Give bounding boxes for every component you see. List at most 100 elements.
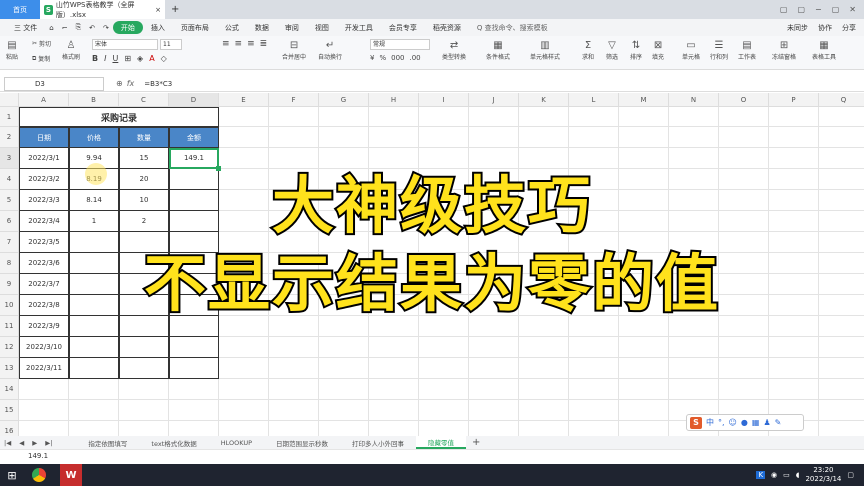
wps-taskbar-icon[interactable]: W — [60, 464, 82, 486]
cell[interactable] — [819, 107, 864, 127]
cell[interactable] — [669, 379, 719, 400]
menu-icon-save[interactable]: ⌐ — [58, 21, 72, 34]
cell[interactable] — [819, 337, 864, 358]
cell[interactable] — [569, 148, 619, 169]
cell[interactable] — [169, 400, 219, 421]
cell[interactable] — [419, 107, 469, 127]
italic-button[interactable]: I — [104, 54, 106, 63]
cell[interactable] — [669, 148, 719, 169]
column-header-d[interactable]: D — [169, 93, 219, 107]
cell[interactable] — [369, 127, 419, 148]
window-tile-icon[interactable]: ▢ — [797, 5, 805, 14]
menu-icon-home[interactable]: ⌂ — [45, 21, 57, 34]
notification-icon[interactable]: ▢ — [847, 471, 854, 479]
menu-review[interactable]: 审阅 — [277, 21, 307, 34]
cell[interactable] — [469, 107, 519, 127]
cell[interactable] — [569, 379, 619, 400]
column-header-h[interactable]: H — [369, 93, 419, 107]
cell[interactable] — [569, 127, 619, 148]
table-data-cell[interactable]: 2022/3/10 — [19, 337, 69, 358]
ime-skin-icon[interactable]: ♟ — [763, 418, 770, 427]
cell[interactable] — [219, 148, 269, 169]
table-title[interactable]: 采购记录 — [19, 107, 219, 127]
menu-insert[interactable]: 插入 — [143, 21, 173, 34]
table-data-cell[interactable] — [119, 358, 169, 379]
cell[interactable] — [419, 337, 469, 358]
table-header-cell[interactable]: 数量 — [119, 127, 169, 148]
cell[interactable] — [319, 148, 369, 169]
cell[interactable] — [719, 127, 769, 148]
row-header-13[interactable]: 13 — [0, 358, 19, 379]
clock[interactable]: 23:20 2022/3/14 — [805, 466, 841, 484]
cell[interactable] — [769, 107, 819, 127]
cell[interactable] — [219, 107, 269, 127]
column-header-k[interactable]: K — [519, 93, 569, 107]
align-left-icon[interactable]: ≣ — [260, 39, 268, 49]
menu-start[interactable]: 开始 — [112, 21, 143, 34]
cell[interactable] — [319, 400, 369, 421]
ime-emoji-icon[interactable]: ☺ — [729, 418, 737, 427]
cell[interactable] — [319, 337, 369, 358]
cell[interactable] — [469, 358, 519, 379]
name-box[interactable]: D3 — [4, 76, 104, 91]
column-header-a[interactable]: A — [19, 93, 69, 107]
cell[interactable] — [819, 358, 864, 379]
cell[interactable] — [219, 400, 269, 421]
filter-button[interactable]: ▽ 筛选 — [606, 39, 618, 61]
command-search[interactable]: Q 查找命令、搜索模板 — [469, 21, 556, 34]
cell[interactable] — [669, 127, 719, 148]
menu-resources[interactable]: 稻壳资源 — [425, 21, 469, 34]
format-painter-button[interactable]: ♙ 格式刷 — [62, 39, 80, 61]
column-header-e[interactable]: E — [219, 93, 269, 107]
cell[interactable] — [369, 358, 419, 379]
cell[interactable] — [719, 379, 769, 400]
cell[interactable] — [69, 379, 119, 400]
cell[interactable] — [419, 127, 469, 148]
ime-keyboard-icon[interactable]: ▦ — [752, 418, 760, 427]
cell[interactable] — [719, 148, 769, 169]
align-top-icon[interactable]: ≡ — [222, 39, 230, 49]
cell[interactable] — [669, 358, 719, 379]
cell[interactable] — [269, 337, 319, 358]
fill-button[interactable]: ⊠ 填充 — [652, 39, 664, 61]
column-header-i[interactable]: I — [419, 93, 469, 107]
copy-button[interactable]: ⧉ 复制 — [32, 54, 50, 64]
redo-icon[interactable]: ↷ — [99, 21, 113, 34]
menu-file[interactable]: 三 文件 — [6, 21, 45, 34]
table-data-cell[interactable]: 2022/3/11 — [19, 358, 69, 379]
chrome-icon[interactable] — [32, 468, 46, 482]
column-header-l[interactable]: L — [569, 93, 619, 107]
cell[interactable] — [769, 127, 819, 148]
fill-handle[interactable] — [216, 166, 221, 171]
cell[interactable] — [269, 358, 319, 379]
bold-button[interactable]: B — [92, 54, 98, 63]
sheet-tab[interactable]: 日期范围显示秒数 — [264, 436, 340, 449]
add-sheet-icon[interactable]: + — [466, 437, 486, 448]
table-header-cell[interactable]: 金额 — [169, 127, 219, 148]
rows-cols-button[interactable]: ☰ 行和列 — [710, 39, 728, 61]
row-header-1[interactable]: 1 — [0, 107, 19, 127]
menu-icon-print[interactable]: ⎘ — [72, 21, 86, 34]
cell[interactable] — [19, 400, 69, 421]
table-data-cell[interactable] — [169, 358, 219, 379]
cell[interactable] — [819, 316, 864, 337]
cell[interactable] — [419, 400, 469, 421]
menu-view[interactable]: 视图 — [307, 21, 337, 34]
align-bottom-icon[interactable]: ≡ — [247, 39, 255, 49]
percent-icon[interactable]: % — [379, 54, 386, 62]
type-convert-button[interactable]: ⇄ 类型转换 — [442, 39, 466, 61]
cell[interactable] — [819, 127, 864, 148]
sheet-tab[interactable]: text格式化数据 — [139, 436, 208, 449]
cell[interactable] — [319, 127, 369, 148]
cell[interactable] — [719, 316, 769, 337]
cell[interactable] — [369, 400, 419, 421]
table-header-cell[interactable]: 价格 — [69, 127, 119, 148]
cell[interactable] — [369, 148, 419, 169]
cell-style-button[interactable]: ▥ 单元格样式 — [530, 39, 560, 61]
decimal-icon[interactable]: .00 — [410, 54, 421, 62]
cell[interactable] — [19, 379, 69, 400]
cell[interactable] — [719, 107, 769, 127]
cell[interactable] — [169, 379, 219, 400]
table-data-cell[interactable] — [169, 337, 219, 358]
cell[interactable] — [719, 358, 769, 379]
